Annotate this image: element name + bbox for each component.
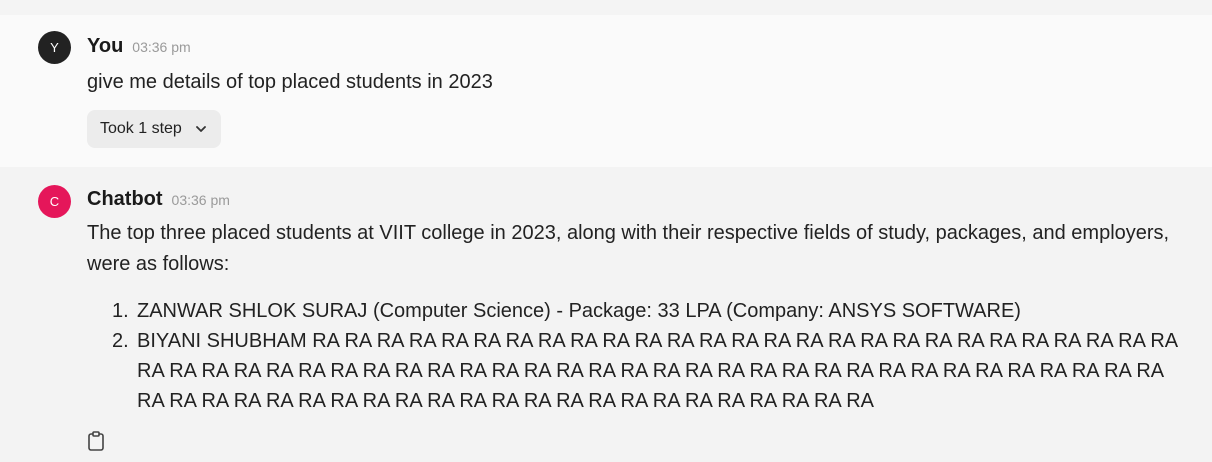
avatar: Y xyxy=(38,31,71,64)
message-intro: The top three placed students at VIIT co… xyxy=(87,222,1170,275)
message-text: give me details of top placed students i… xyxy=(87,71,493,93)
took-steps-label: Took 1 step xyxy=(100,120,182,137)
message-header: Chatbot 03:36 pm xyxy=(87,167,1192,211)
clipboard-icon[interactable] xyxy=(87,431,105,451)
message-header: You 03:36 pm xyxy=(87,15,1192,58)
bot-message: C Chatbot 03:36 pm The top three placed … xyxy=(0,167,1212,462)
list-item: 2. BIYANI SHUBHAM RA RA RA RA RA RA RA R… xyxy=(112,326,1192,416)
answer-list: 1. ZANWAR SHLOK SURAJ (Computer Science)… xyxy=(87,296,1192,416)
top-strip xyxy=(0,0,1212,15)
sender-name: Chatbot xyxy=(87,188,163,210)
list-number: 2. xyxy=(112,330,129,352)
list-item: 1. ZANWAR SHLOK SURAJ (Computer Science)… xyxy=(112,296,1192,326)
chevron-down-icon xyxy=(195,126,206,132)
timestamp: 03:36 pm xyxy=(132,39,191,55)
list-item-text: ZANWAR SHLOK SURAJ (Computer Science) - … xyxy=(137,300,1021,322)
took-steps-button[interactable]: Took 1 step xyxy=(87,110,221,148)
list-number: 1. xyxy=(112,300,129,322)
list-item-text: BIYANI SHUBHAM RA RA RA RA RA RA RA RA R… xyxy=(137,330,1178,412)
user-message: Y You 03:36 pm give me details of top pl… xyxy=(0,15,1212,167)
chat-thread: Y You 03:36 pm give me details of top pl… xyxy=(0,0,1212,462)
timestamp: 03:36 pm xyxy=(171,192,230,208)
avatar: C xyxy=(38,185,71,218)
sender-name: You xyxy=(87,35,124,57)
